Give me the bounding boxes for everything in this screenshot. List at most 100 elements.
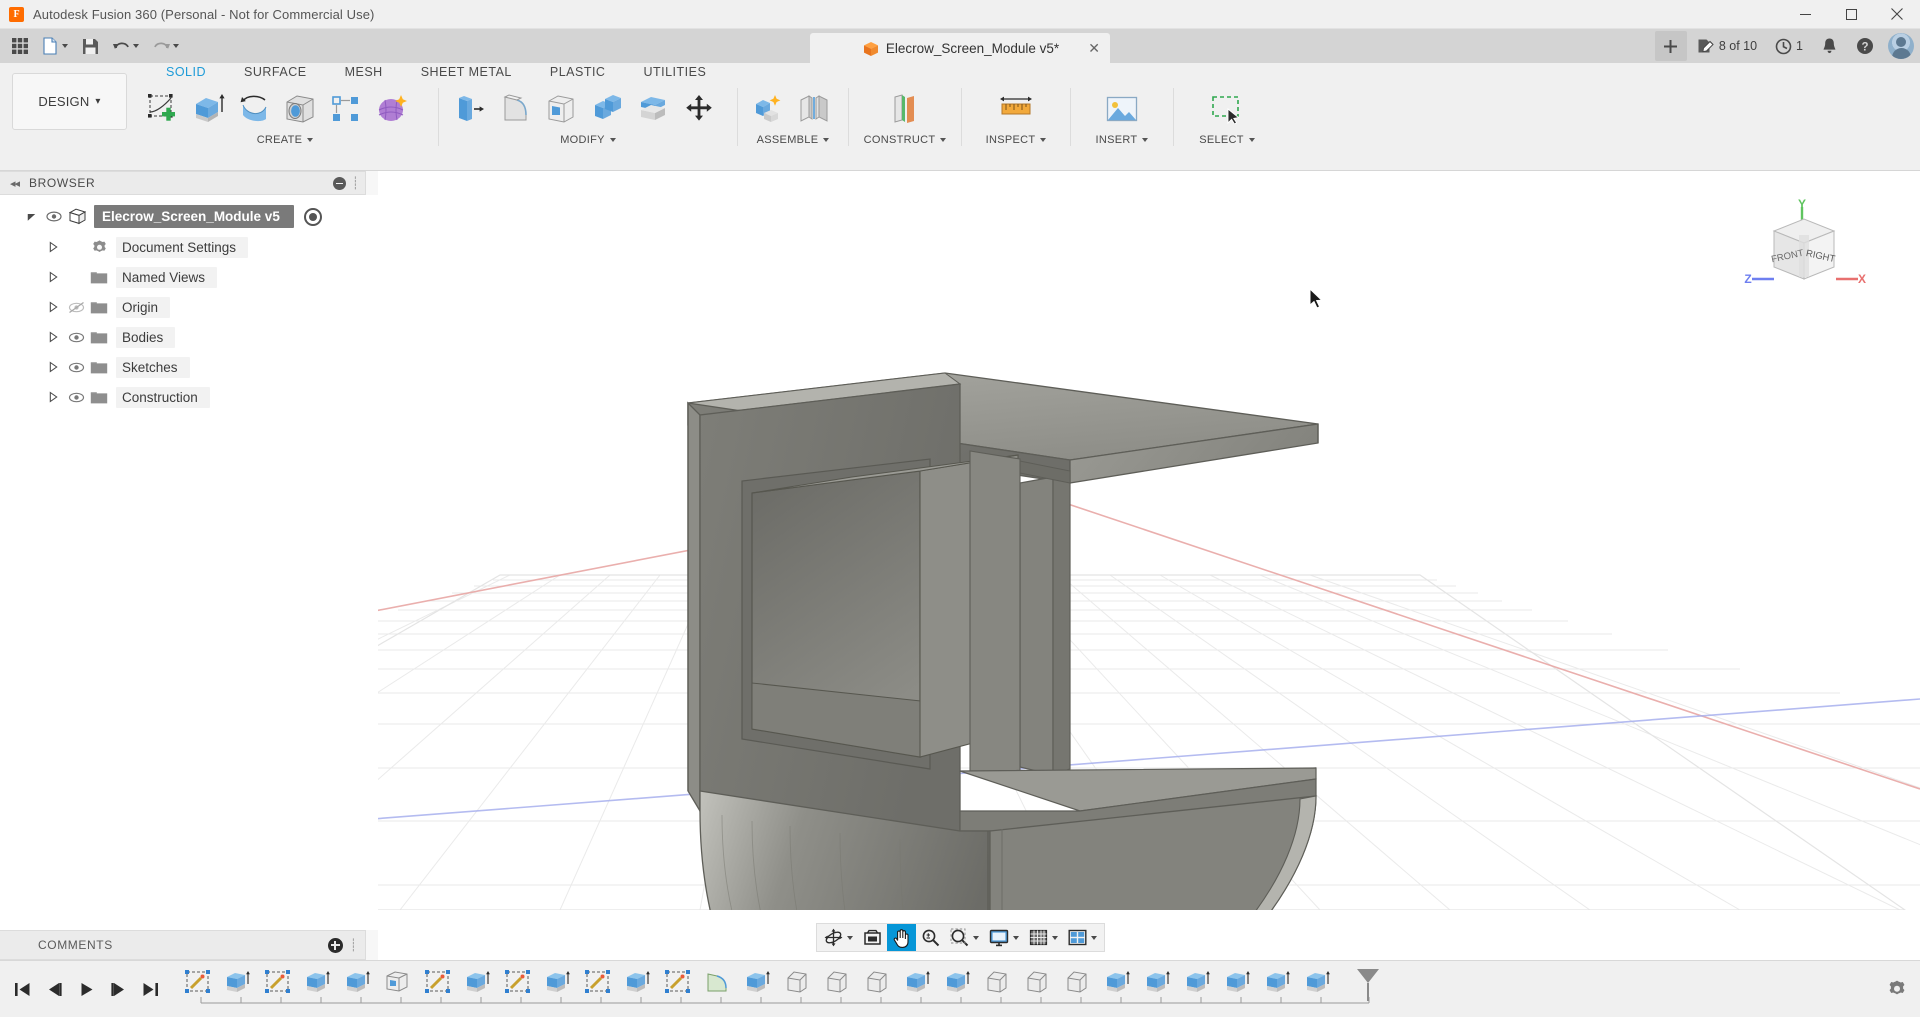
expand-arrow-icon[interactable] xyxy=(42,301,64,313)
joint-icon[interactable] xyxy=(791,87,837,131)
browser-item-named-views[interactable]: Named Views xyxy=(0,262,378,292)
job-status[interactable]: 1 xyxy=(1767,31,1811,61)
window-selection-icon[interactable] xyxy=(1204,87,1250,131)
ribbon-tab-solid[interactable]: SOLID xyxy=(147,63,225,85)
form-icon[interactable] xyxy=(369,87,415,131)
file-icon[interactable] xyxy=(36,32,74,60)
combine-icon[interactable] xyxy=(584,87,630,131)
pan-icon[interactable] xyxy=(887,924,916,951)
ribbon-tab-surface[interactable]: SURFACE xyxy=(225,63,326,85)
timeline-features[interactable] xyxy=(179,967,1819,1017)
step-forward-icon[interactable] xyxy=(104,975,133,1004)
user-avatar[interactable] xyxy=(1888,33,1914,59)
close-icon[interactable] xyxy=(1874,0,1920,29)
expand-arrow-icon[interactable] xyxy=(42,361,64,373)
ribbon-tab-utilities[interactable]: UTILITIES xyxy=(624,63,725,85)
model-cube-icon xyxy=(863,41,878,56)
timeline-item-fillet xyxy=(708,974,726,991)
minimize-icon[interactable] xyxy=(1782,0,1828,29)
save-icon[interactable] xyxy=(76,32,104,60)
ribbon-group-assemble-label[interactable]: ASSEMBLE xyxy=(741,131,845,148)
undo-icon[interactable] xyxy=(106,32,144,60)
editable-documents-status[interactable]: 8 of 10 xyxy=(1689,31,1765,61)
eye-visible-icon[interactable] xyxy=(42,211,66,222)
ribbon-tab-mesh[interactable]: MESH xyxy=(326,63,402,85)
redo-icon[interactable] xyxy=(146,32,184,60)
ribbon-tab-plastic[interactable]: PLASTIC xyxy=(531,63,625,85)
look-at-icon[interactable] xyxy=(858,924,887,951)
help-button[interactable]: ? xyxy=(1848,31,1882,61)
timeline-settings-icon[interactable] xyxy=(1882,974,1912,1004)
ribbon-group-create-label[interactable]: CREATE xyxy=(135,131,435,148)
folder-icon xyxy=(88,390,110,405)
document-tab-close-icon[interactable]: ✕ xyxy=(1088,41,1100,55)
create-sketch-icon[interactable] xyxy=(139,87,185,131)
fillet-icon[interactable] xyxy=(492,87,538,131)
notifications-button[interactable] xyxy=(1813,31,1846,61)
panel-grip-icon[interactable]: ┊ xyxy=(350,938,357,952)
zoom-icon[interactable] xyxy=(916,924,945,951)
expand-arrow-icon[interactable] xyxy=(42,391,64,403)
ribbon-tab-sheet-metal[interactable]: SHEET METAL xyxy=(402,63,531,85)
display-settings-icon[interactable] xyxy=(984,924,1024,951)
hole-icon[interactable] xyxy=(277,87,323,131)
timeline-feature-icons xyxy=(185,970,1330,993)
move-copy-icon[interactable] xyxy=(676,87,722,131)
offset-face-icon[interactable] xyxy=(630,87,676,131)
add-comment-icon[interactable] xyxy=(328,938,343,953)
orbit-icon[interactable] xyxy=(819,924,858,951)
browser-item-sketches[interactable]: Sketches xyxy=(0,352,378,382)
eye-visible-icon[interactable] xyxy=(64,331,88,344)
collapse-left-icon[interactable]: ◂◂ xyxy=(10,177,19,190)
offset-plane-icon[interactable] xyxy=(882,87,928,131)
timeline-track[interactable] xyxy=(179,961,1882,1017)
ribbon-tab-label: PLASTIC xyxy=(550,65,606,79)
go-to-end-icon[interactable] xyxy=(136,975,165,1004)
workspace-selector[interactable]: DESIGN ▾ xyxy=(12,73,127,130)
viewports-icon[interactable] xyxy=(1063,924,1102,951)
ribbon-group-select-label[interactable]: SELECT xyxy=(1177,131,1277,148)
revolve-icon[interactable] xyxy=(231,87,277,131)
browser-item-document-settings[interactable]: Document Settings xyxy=(0,232,378,262)
pattern-icon[interactable] xyxy=(323,87,369,131)
active-component-icon[interactable] xyxy=(304,208,322,226)
extrude-icon[interactable] xyxy=(185,87,231,131)
eye-hidden-icon[interactable] xyxy=(64,301,88,314)
expand-arrow-icon[interactable] xyxy=(42,271,64,283)
ribbon-group-inspect-label[interactable]: INSPECT xyxy=(965,131,1067,148)
play-icon[interactable] xyxy=(72,975,101,1004)
view-cube[interactable]: Y Z X FRONT RIGHT xyxy=(1740,199,1868,304)
app-grid-icon[interactable] xyxy=(6,32,34,60)
maximize-icon[interactable] xyxy=(1828,0,1874,29)
grid-caret-icon xyxy=(1052,936,1058,940)
grid-snaps-icon[interactable] xyxy=(1024,924,1063,951)
expand-arrow-icon[interactable] xyxy=(42,331,64,343)
press-pull-icon[interactable] xyxy=(446,87,492,131)
ribbon-group-modify-label[interactable]: MODIFY xyxy=(442,131,734,148)
expand-arrow-icon[interactable] xyxy=(20,211,42,223)
document-tab-strip: Elecrow_Screen_Module v5* ✕ xyxy=(810,29,1110,63)
shell-icon[interactable] xyxy=(538,87,584,131)
browser-item-origin[interactable]: Origin xyxy=(0,292,378,322)
ribbon-group-construct-label[interactable]: CONSTRUCT xyxy=(852,131,958,148)
measure-icon[interactable] xyxy=(993,87,1039,131)
go-to-beginning-icon[interactable] xyxy=(8,975,37,1004)
minus-circle-icon[interactable] xyxy=(333,177,346,190)
comments-panel-header[interactable]: COMMENTS ┊ xyxy=(0,930,366,960)
browser-item-construction[interactable]: Construction xyxy=(0,382,378,412)
expand-arrow-icon[interactable] xyxy=(42,241,64,253)
ribbon: DESIGN ▾ SOLID SURFACE MESH SHEET METAL … xyxy=(0,63,1920,171)
ribbon-tab-label: UTILITIES xyxy=(643,65,706,79)
eye-visible-icon[interactable] xyxy=(64,391,88,404)
browser-root-row[interactable]: Elecrow_Screen_Module v5 xyxy=(0,201,378,232)
insert-image-icon[interactable] xyxy=(1099,87,1145,131)
eye-visible-icon[interactable] xyxy=(64,361,88,374)
ribbon-group-insert-label[interactable]: INSERT xyxy=(1074,131,1170,148)
panel-grip-icon[interactable]: ┊ xyxy=(352,176,359,190)
new-component-icon[interactable] xyxy=(745,87,791,131)
browser-item-bodies[interactable]: Bodies xyxy=(0,322,378,352)
document-tab[interactable]: Elecrow_Screen_Module v5* ✕ xyxy=(810,33,1110,63)
fit-icon[interactable] xyxy=(945,924,984,951)
step-back-icon[interactable] xyxy=(40,975,69,1004)
new-tab-button[interactable] xyxy=(1655,31,1687,61)
